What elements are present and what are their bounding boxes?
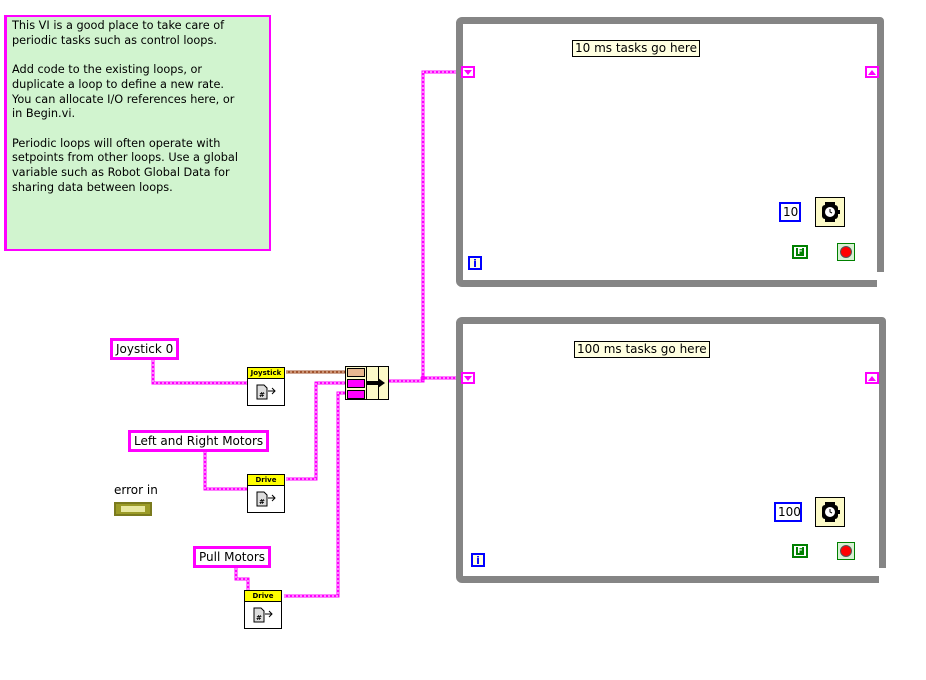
subvi-drive-get-ref-2[interactable]: Drive # [244, 590, 282, 629]
wait-ms-constant-2[interactable]: 100 [774, 502, 802, 522]
bundle-input-pull[interactable] [347, 390, 365, 399]
string-constant-pull-motors[interactable]: Pull Motors [193, 546, 272, 568]
subvi-header: Drive [245, 591, 281, 602]
wait-ms-constant-1[interactable]: 10 [779, 202, 801, 222]
subvi-header: Drive [248, 475, 284, 486]
string-constant-joystick[interactable]: Joystick 0 [110, 338, 180, 360]
wire-joystick-name [151, 360, 248, 385]
subvi-header: Joystick [248, 368, 284, 379]
string-constant-drive-motors[interactable]: Left and Right Motors [128, 430, 270, 452]
loop-label-100ms[interactable]: 100 ms tasks go here [574, 341, 710, 358]
bundle-node[interactable] [345, 366, 389, 400]
svg-text:#: # [256, 614, 262, 622]
shift-register-right-1[interactable] [865, 66, 879, 78]
wire-bundle-out [387, 70, 462, 383]
subvi-drive-get-ref-1[interactable]: Drive # [247, 474, 285, 513]
stop-icon [840, 545, 852, 557]
refnum-get-icon: # [256, 491, 276, 507]
wait-ms-function-2[interactable] [815, 497, 845, 527]
bundle-arrow-icon [366, 378, 385, 388]
refnum-get-icon: # [253, 607, 273, 623]
false-constant-1[interactable]: F [792, 245, 808, 259]
watch-icon [822, 202, 840, 222]
stop-icon [840, 246, 852, 258]
false-constant-2[interactable]: F [792, 544, 808, 558]
free-label-comment[interactable]: This VI is a good place to take care of … [4, 15, 271, 251]
while-loop-10ms[interactable] [456, 17, 884, 287]
stop-terminal-2[interactable] [837, 542, 855, 560]
subvi-joystick-get-ref[interactable]: Joystick # [247, 367, 285, 406]
error-in-label: error in [114, 483, 158, 497]
wait-ms-function-1[interactable] [815, 197, 845, 227]
shift-register-left-2[interactable] [461, 372, 475, 384]
wire-pull-name [234, 568, 250, 590]
svg-text:#: # [259, 498, 265, 506]
shift-register-left-1[interactable] [461, 66, 475, 78]
watch-icon [822, 502, 840, 522]
iteration-terminal-2[interactable]: i [471, 553, 485, 567]
loop-corner-gap [879, 568, 889, 584]
loop-corner-gap [877, 272, 887, 288]
refnum-get-icon: # [256, 384, 276, 400]
bundle-input-drive[interactable] [347, 379, 365, 388]
loop-label-10ms[interactable]: 10 ms tasks go here [572, 40, 700, 57]
bundle-input-refnum[interactable] [347, 368, 365, 377]
wire-drive-name [203, 451, 248, 491]
iteration-terminal-1[interactable]: i [468, 256, 482, 270]
stop-terminal-1[interactable] [837, 243, 855, 261]
cluster-icon [121, 506, 145, 512]
svg-text:#: # [259, 391, 265, 399]
shift-register-right-2[interactable] [865, 372, 879, 384]
error-in-terminal[interactable] [114, 502, 152, 516]
